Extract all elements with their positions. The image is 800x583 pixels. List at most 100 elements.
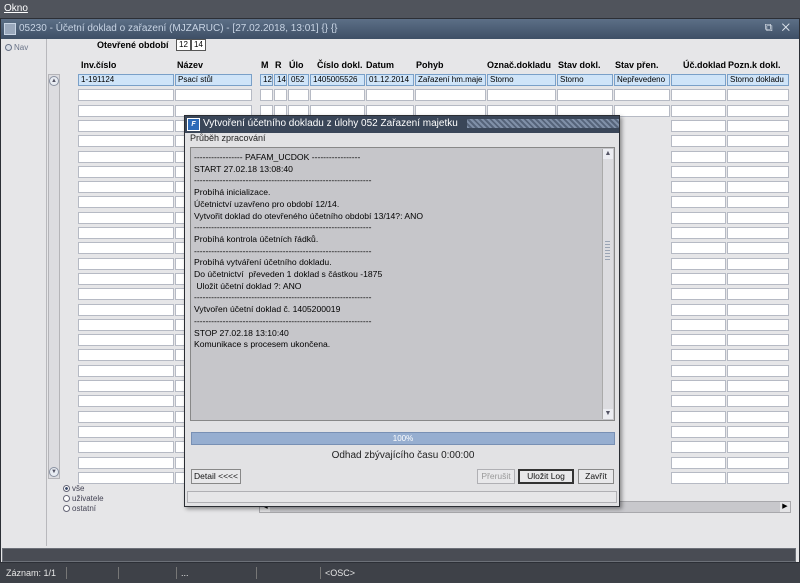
grid-cell[interactable] [727,334,789,347]
grid-cell[interactable] [78,165,174,178]
grid-cell[interactable] [727,380,789,392]
scroll-right-icon[interactable]: ▶ [780,502,790,512]
grid-cell[interactable] [727,242,789,255]
grid-cell[interactable] [727,318,789,331]
grid-cell[interactable] [78,334,174,347]
grid-cell[interactable] [671,456,726,469]
grid-cell[interactable] [78,242,174,255]
grid-cell[interactable] [671,196,726,209]
grid-cell[interactable] [671,242,726,255]
cell-r[interactable]: 14 [274,74,287,86]
grid-cell[interactable] [727,364,789,377]
menu-okno[interactable]: Okno [4,3,28,14]
grid-cell[interactable] [727,150,789,163]
grid-cell[interactable] [310,89,365,102]
grid-cell[interactable] [727,135,789,148]
period-field-1[interactable]: 12 [176,39,191,51]
grid-cell[interactable] [614,89,670,102]
cell-datum[interactable]: 01.12.2014 [366,74,414,86]
grid-cell[interactable] [288,89,309,102]
grid-cell[interactable] [727,119,789,132]
grid-cell[interactable] [671,349,726,362]
grid-cell[interactable] [727,349,789,362]
nav-option[interactable]: Nav [5,43,28,52]
grid-cell[interactable] [671,181,726,194]
grid-cell[interactable] [727,441,789,454]
log-panel[interactable]: ----------------- PAFAM_UCDOK ----------… [190,147,615,421]
grid-cell[interactable] [671,150,726,163]
grid-cell[interactable] [557,89,613,102]
window-controls[interactable]: ⧉ ✕ [765,22,793,35]
grid-cell[interactable] [78,288,174,301]
scroll-down-icon[interactable]: ▼ [603,409,613,419]
grid-cell[interactable] [671,303,726,316]
grid-cell[interactable] [671,380,726,392]
scroll-down-icon[interactable]: ▼ [49,467,59,477]
cell-oznac[interactable]: Storno [487,74,556,86]
grid-cell[interactable] [671,227,726,239]
grid-cell[interactable] [78,181,174,194]
save-log-button[interactable]: Uložit Log [518,469,574,484]
grid-cell[interactable] [78,196,174,209]
grid-cell[interactable] [78,89,174,102]
grid-cell[interactable] [671,410,726,423]
grid-cell[interactable] [78,380,174,392]
cell-ucdoklad[interactable] [671,74,726,86]
grid-cell[interactable] [78,150,174,163]
grid-cell[interactable] [78,364,174,377]
grid-cell[interactable] [671,364,726,377]
close-button[interactable]: Zavřít [578,469,614,484]
grid-cell[interactable] [727,471,789,484]
grid-cell[interactable] [78,104,174,117]
grid-cell[interactable] [727,288,789,301]
cell-ulo[interactable]: 052 [288,74,309,86]
cell-nazev[interactable]: Psací stůl [175,74,252,86]
grid-cell[interactable] [727,272,789,285]
grid-cell[interactable] [78,456,174,469]
grid-cell[interactable] [78,227,174,239]
grid-cell[interactable] [671,288,726,301]
grid-cell[interactable] [671,334,726,347]
grid-cell[interactable] [671,211,726,224]
grid-cell[interactable] [78,257,174,270]
grid-cell[interactable] [727,89,789,102]
grid-cell[interactable] [671,135,726,148]
scroll-up-icon[interactable]: ▲ [603,149,613,159]
grid-cell[interactable] [671,257,726,270]
grid-cell[interactable] [78,119,174,132]
grid-cell[interactable] [274,89,287,102]
grid-cell[interactable] [78,303,174,316]
grid-cell[interactable] [727,104,789,117]
grid-cell[interactable] [366,89,414,102]
grid-cell[interactable] [671,425,726,438]
grid-cell[interactable] [727,395,789,408]
grid-cell[interactable] [727,456,789,469]
grid-cell[interactable] [614,104,670,117]
cell-inv[interactable]: 1-191124 [78,74,174,86]
grid-cell[interactable] [78,410,174,423]
grid-cell[interactable] [671,119,726,132]
detail-button[interactable]: Detail <<<< [191,469,241,484]
grid-cell[interactable] [78,471,174,484]
period-field-2[interactable]: 14 [191,39,206,51]
grid-cell[interactable] [78,395,174,408]
grid-cell[interactable] [78,272,174,285]
filter-vse[interactable]: vše [63,484,104,494]
grid-cell[interactable] [727,410,789,423]
grid-cell[interactable] [727,211,789,224]
scroll-grip-icon[interactable] [605,241,610,261]
grid-cell[interactable] [671,104,726,117]
scroll-up-icon[interactable]: ▲ [49,76,59,86]
log-scrollbar[interactable]: ▲ ▼ [602,149,613,419]
grid-cell[interactable] [78,441,174,454]
cell-stav[interactable]: Storno [557,74,613,86]
filter-uzivatele[interactable]: uživatele [63,494,104,504]
grid-cell[interactable] [727,257,789,270]
grid-cell[interactable] [671,395,726,408]
grid-cell[interactable] [727,303,789,316]
filter-ostatni[interactable]: ostatní [63,504,104,514]
grid-cell[interactable] [727,165,789,178]
grid-cell[interactable] [78,318,174,331]
grid-cell[interactable] [727,227,789,239]
cell-cislo[interactable]: 1405005526 [310,74,365,86]
